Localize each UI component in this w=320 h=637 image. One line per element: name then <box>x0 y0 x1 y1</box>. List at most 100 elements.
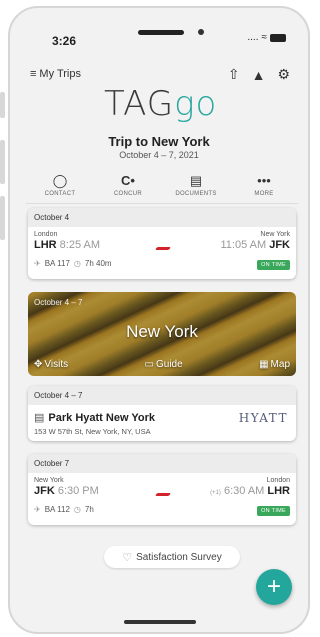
tab-documents[interactable]: ▤ DOCUMENTS <box>162 166 230 203</box>
card-date-header: October 4 <box>28 208 296 227</box>
flight-details: New York London JFK 6:30 PM (+1) 6:30 AM… <box>28 473 296 525</box>
airline-logo-icon <box>155 247 171 250</box>
arrival-city: London <box>266 477 290 484</box>
flight-meta: ✈ BA 112 ◷ 7h <box>34 505 94 514</box>
flight-meta: ✈ BA 117 ◷ 7h 40m <box>34 259 112 268</box>
tab-more[interactable]: ••• MORE <box>230 166 298 203</box>
app-logo: TAGgo <box>104 84 217 124</box>
status-badge: ON TIME <box>257 506 290 516</box>
tab-contact[interactable]: ◯ CONTACT <box>26 166 94 203</box>
more-dots-icon: ••• <box>257 172 271 188</box>
departure-code: JFK <box>34 485 55 497</box>
departure-time: 6:30 PM <box>57 485 99 497</box>
arrival: 11:05 AM JFK <box>220 239 290 251</box>
briefcase-icon: ▤ <box>189 172 203 188</box>
city-name: New York <box>126 322 198 341</box>
my-trips-label: My Trips <box>39 68 81 80</box>
hotel-brand-logo: HYATT <box>238 411 288 425</box>
tab-label: CONTACT <box>44 190 76 197</box>
departure: JFK 6:30 PM <box>34 485 99 497</box>
arrival-time: 6:30 AM <box>223 485 265 497</box>
departure-code: LHR <box>34 239 57 251</box>
hotel-details: ▤ Park Hyatt New York 153 W 57th St, New… <box>28 405 296 441</box>
share-icon[interactable]: ⇧ <box>228 66 240 83</box>
hotel-card[interactable]: October 4 – 7 ▤ Park Hyatt New York 153 … <box>28 386 296 441</box>
guide-button[interactable]: ▭ Guide <box>145 359 183 370</box>
flight-details: London New York LHR 8:25 AM 11:05 AM JFK… <box>28 227 296 279</box>
flight-card-outbound[interactable]: October 4 London New York LHR 8:25 AM 11… <box>28 208 296 279</box>
flight-duration: 7h 40m <box>84 259 112 268</box>
tab-label: CONCUR <box>113 190 143 197</box>
map-icon: ▦ <box>259 359 269 370</box>
arrival-city: New York <box>260 231 290 238</box>
bell-icon[interactable]: ▲ <box>252 67 266 83</box>
concur-logo-icon: C• <box>121 172 135 188</box>
logo-go: go <box>174 84 218 124</box>
plane-icon: ✈ <box>34 259 41 268</box>
chat-bubble-icon: ◯ <box>52 172 68 188</box>
guide-label: Guide <box>155 359 183 370</box>
map-label: Map <box>270 359 290 370</box>
clock-icon: ◷ <box>73 259 81 268</box>
city-actions: ✥ Visits ▭ Guide ▦ Map <box>28 359 296 370</box>
day-offset: (+1) <box>210 490 221 496</box>
visits-button[interactable]: ✥ Visits <box>34 359 68 370</box>
departure-city: London <box>34 231 58 238</box>
hotel-name-row: ▤ Park Hyatt New York <box>34 411 155 425</box>
status-badge: ON TIME <box>257 260 290 270</box>
gear-icon[interactable]: ⚙ <box>277 66 290 83</box>
hotel-address: 153 W 57th St, New York, NY, USA <box>34 427 151 436</box>
battery-icon <box>270 33 286 42</box>
wifi-icon: ≈ <box>261 32 268 43</box>
departure-city: New York <box>34 477 64 484</box>
city-dates: October 4 – 7 <box>34 298 83 307</box>
satisfaction-survey-button[interactable]: ♡ Satisfaction Survey <box>104 546 240 568</box>
camera-dot <box>198 29 204 35</box>
side-button-volume-down <box>0 196 5 240</box>
tab-concur[interactable]: C• CONCUR <box>94 166 162 203</box>
trip-tabs: ◯ CONTACT C• CONCUR ▤ DOCUMENTS ••• MORE <box>26 166 298 204</box>
trip-dates: October 4 – 7, 2021 <box>119 150 199 160</box>
pin-icon: ✥ <box>34 359 43 370</box>
status-bar: 3:26 .... ≈ <box>10 8 308 52</box>
visits-label: Visits <box>44 359 69 370</box>
side-button-volume-up <box>0 140 5 184</box>
plane-icon: ✈ <box>34 505 41 514</box>
departure-time: 8:25 AM <box>59 239 101 251</box>
logo-tag: TAG <box>104 84 175 124</box>
my-trips-menu-button[interactable]: ≡ My Trips <box>30 68 81 80</box>
map-button[interactable]: ▦ Map <box>259 359 290 370</box>
airline-logo-icon <box>155 493 171 496</box>
flight-card-return[interactable]: October 7 New York London JFK 6:30 PM (+… <box>28 454 296 525</box>
speaker-notch <box>138 30 184 35</box>
arrival-code: JFK <box>269 239 290 251</box>
survey-label: Satisfaction Survey <box>136 551 222 563</box>
flight-duration: 7h <box>84 505 94 514</box>
bed-icon: ▤ <box>34 412 45 424</box>
hotel-name: Park Hyatt New York <box>48 411 155 424</box>
arrival: (+1) 6:30 AM LHR <box>210 485 290 497</box>
clock-icon: ◷ <box>73 505 81 514</box>
status-time: 3:26 <box>52 34 77 48</box>
add-button[interactable]: + <box>256 569 292 605</box>
home-indicator <box>124 620 196 624</box>
flight-number: BA 112 <box>44 505 70 514</box>
side-button-mute <box>0 92 5 118</box>
departure: LHR 8:25 AM <box>34 239 100 251</box>
city-card-new-york[interactable]: October 4 – 7 New York ✥ Visits ▭ Guide … <box>28 292 296 376</box>
tab-label: MORE <box>254 190 274 197</box>
top-actions: ⇧ ▲ ⚙ <box>228 66 290 83</box>
phone-frame: 3:26 .... ≈ ≡ My Trips ⇧ ▲ ⚙ TAGgo Trip … <box>8 6 310 634</box>
tab-label: DOCUMENTS <box>175 190 217 197</box>
hamburger-icon: ≡ <box>30 68 37 80</box>
signal-icon: .... <box>247 32 259 43</box>
trip-title: Trip to New York <box>108 134 210 149</box>
status-icons: .... ≈ <box>247 32 286 43</box>
heart-icon: ♡ <box>122 551 133 564</box>
flight-number: BA 117 <box>44 259 70 268</box>
arrival-code: LHR <box>267 485 290 497</box>
card-date-header: October 4 – 7 <box>28 386 296 405</box>
arrival-time: 11:05 AM <box>220 239 267 251</box>
card-date-header: October 7 <box>28 454 296 473</box>
book-icon: ▭ <box>144 359 154 370</box>
